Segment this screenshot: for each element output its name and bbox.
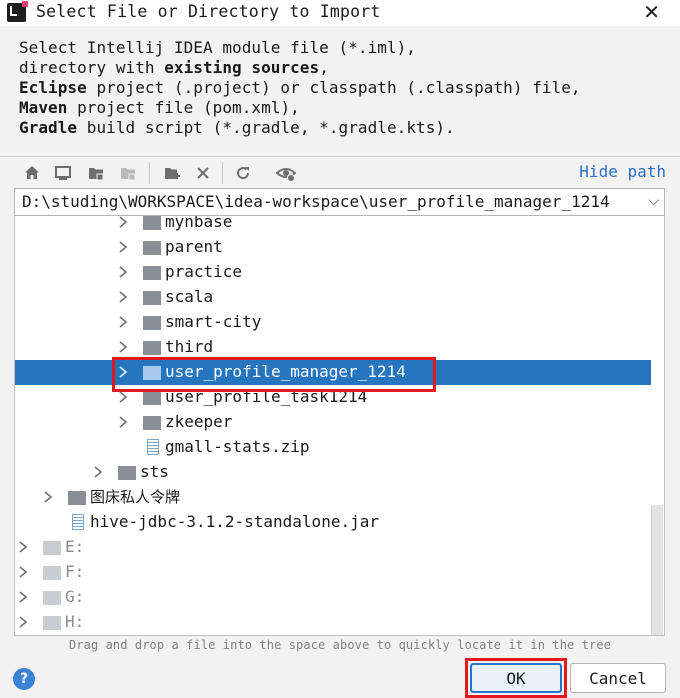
module-folder-icon[interactable] [118,163,138,183]
tree-item-label: smart-city [165,312,262,331]
desktop-icon[interactable] [53,163,73,183]
tree-item[interactable]: H: [15,610,651,635]
tree-item-label: mynbase [165,216,233,231]
chevron-right-icon[interactable] [18,590,28,604]
chevron-right-icon[interactable] [118,240,128,254]
tree-item-label: sts [140,462,169,481]
description-line-1: Select Intellij IDEA module file (*.iml)… [19,38,416,57]
chevron-right-icon[interactable] [43,490,53,504]
toolbar-separator [222,162,223,184]
import-description: Select Intellij IDEA module file (*.iml)… [19,38,581,138]
folder-icon [143,341,161,355]
file-tree[interactable]: mynbase parent practice scala smart-city… [14,216,665,636]
show-hidden-icon[interactable] [276,163,296,183]
tree-item-label: G: [65,587,85,606]
folder-icon [143,391,161,405]
description-line-4: Maven project file (pom.xml), [19,98,300,117]
path-combo-box[interactable]: D:\studing\WORKSPACE\idea-workspace\user… [14,188,665,216]
chevron-right-icon[interactable] [18,615,28,629]
drive-icon [43,616,61,630]
tree-item[interactable]: zkeeper [15,410,651,435]
tree-item[interactable]: practice [15,260,651,285]
description-line-5: Gradle build script (*.gradle, *.gradle.… [19,118,455,137]
tree-item-label: scala [165,287,214,306]
path-value[interactable]: D:\studing\WORKSPACE\idea-workspace\user… [22,192,610,212]
chevron-right-icon[interactable] [118,340,128,354]
tree-item-label: gmall-stats.zip [165,437,310,456]
tree-item-label: F: [65,562,85,581]
tree-item-label: third [165,337,214,356]
drive-icon [43,541,61,555]
chevron-right-icon[interactable] [118,315,128,329]
folder-icon [143,266,161,280]
tree-item-label: H: [65,612,85,631]
tree-item[interactable]: mynbase [15,216,651,235]
chevron-right-icon[interactable] [118,365,128,379]
cancel-button[interactable]: Cancel [570,663,666,693]
chevron-right-icon[interactable] [118,415,128,429]
tree-item[interactable]: smart-city [15,310,651,335]
folder-icon [143,241,161,255]
tree-item-label: hive-jdbc-3.1.2-standalone.jar [90,512,379,531]
tree-item[interactable]: F: [15,560,651,585]
tree-item[interactable]: 图床私人令牌 [15,485,651,510]
tree-item-label: user_profile_manager_1214 [165,362,406,381]
chevron-right-icon[interactable] [93,465,103,479]
drag-drop-hint: Drag and drop a file into the space abov… [68,638,612,652]
delete-icon[interactable] [193,163,213,183]
folder-icon [143,416,161,430]
tree-item[interactable]: third [15,335,651,360]
toolbar-separator [149,162,150,184]
hide-path-link[interactable]: Hide path [579,162,666,181]
close-icon[interactable]: ✕ [643,1,660,23]
chevron-right-icon[interactable] [118,290,128,304]
drive-icon [43,591,61,605]
window-title: Select File or Directory to Import [36,2,381,21]
refresh-icon[interactable] [233,163,253,183]
folder-icon [143,316,161,330]
chevron-right-icon[interactable] [18,565,28,579]
home-icon[interactable] [22,163,42,183]
intellij-app-icon [7,1,28,22]
file-chooser-toolbar: Hide path [0,156,680,186]
tree-item-selected[interactable]: user_profile_manager_1214 [15,360,651,385]
folder-icon [143,216,161,230]
tree-item[interactable]: hive-jdbc-3.1.2-standalone.jar [15,510,651,535]
tree-scrollbar[interactable] [651,505,663,635]
folder-icon [118,466,136,480]
chevron-right-icon[interactable] [118,390,128,404]
tree-item[interactable]: parent [15,235,651,260]
drive-icon [43,566,61,580]
archive-icon [147,439,159,455]
tree-item[interactable]: gmall-stats.zip [15,435,651,460]
title-bar: Select File or Directory to Import ✕ [0,0,680,26]
description-line-3: Eclipse project (.project) or classpath … [19,78,581,97]
folder-icon [143,366,161,380]
description-line-2: directory with existing sources, [19,58,329,77]
chevron-right-icon[interactable] [118,216,128,229]
folder-icon [68,491,86,505]
project-folder-icon[interactable] [86,163,106,183]
ok-button[interactable]: OK [470,663,562,693]
tree-item-label: zkeeper [165,412,233,431]
jar-file-icon [72,514,84,530]
chevron-down-icon[interactable]: ⌵ [648,193,659,209]
tree-item[interactable]: scala [15,285,651,310]
tree-item-label: E: [65,537,85,556]
chevron-right-icon[interactable] [118,265,128,279]
folder-icon [143,291,161,305]
tree-item[interactable]: user_profile_task1214 [15,385,651,410]
tree-item[interactable]: E: [15,535,651,560]
new-folder-icon[interactable] [162,163,182,183]
tree-item-label: user_profile_task1214 [165,387,368,406]
tree-item-label: practice [165,262,243,281]
chevron-right-icon[interactable] [18,540,28,554]
tree-item[interactable]: sts [15,460,651,485]
tree-item-label: parent [165,237,223,256]
help-icon[interactable]: ? [13,668,35,690]
tree-item-label: 图床私人令牌 [90,488,181,506]
tree-item[interactable]: G: [15,585,651,610]
